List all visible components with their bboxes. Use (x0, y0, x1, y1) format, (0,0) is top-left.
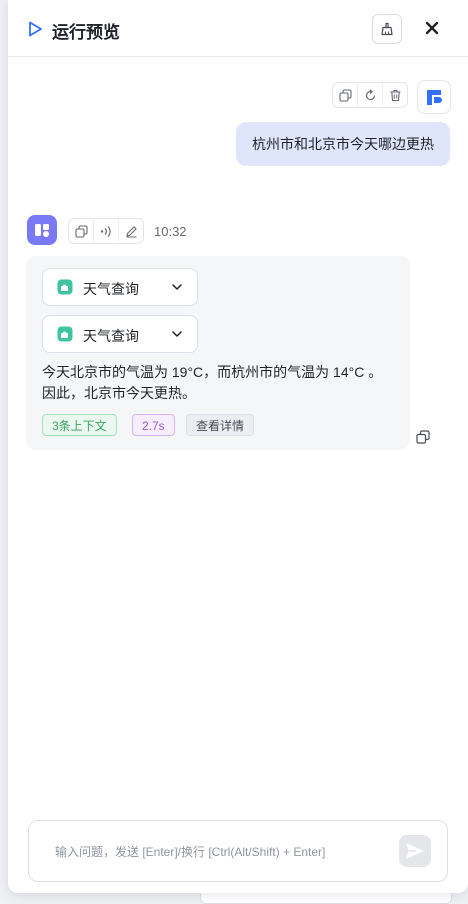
bot-answer-card: 天气查询 天气查询 今天北京市的气温为 19°C，而杭州市的气温为 14°C 。… (26, 256, 410, 450)
trash-icon (390, 89, 400, 101)
edit-icon (125, 225, 137, 237)
plugin-icon (57, 326, 73, 342)
tool-call-label: 天气查询 (83, 281, 139, 297)
refresh-icon (365, 88, 375, 100)
copy-icon[interactable] (416, 430, 430, 444)
read-aloud-button[interactable] (94, 219, 119, 243)
edit-answer-button[interactable] (119, 219, 143, 243)
chat-input[interactable] (53, 841, 387, 863)
response-time-tag: 2.7s (132, 414, 175, 436)
user-message-bubble: 杭州市和北京市今天哪边更热 (236, 122, 450, 166)
bot-avatar-icon (35, 224, 49, 237)
tool-call-item[interactable]: 天气查询 (42, 268, 198, 306)
send-icon (406, 843, 424, 859)
bot-message-actions (68, 218, 144, 244)
tool-call-item[interactable]: 天气查询 (42, 315, 198, 353)
copy-message-button[interactable] (333, 83, 358, 107)
close-icon (425, 21, 439, 35)
app-logo-icon (427, 90, 442, 105)
send-button[interactable] (399, 835, 431, 867)
copy-icon (74, 224, 88, 238)
copy-answer-button[interactable] (69, 219, 94, 243)
plugin-icon (57, 279, 73, 295)
tool-call-label: 天气查询 (83, 328, 139, 344)
play-icon (29, 21, 42, 37)
delete-message-button[interactable] (383, 83, 407, 107)
chevron-down-icon (172, 331, 182, 337)
answer-text: 今天北京市的气温为 19°C，而杭州市的气温为 14°C 。因此，北京市今天更热… (42, 364, 383, 401)
clear-chat-button[interactable] (372, 14, 402, 44)
user-message-actions (332, 82, 408, 108)
context-count-tag[interactable]: 3条上下文 (42, 414, 117, 436)
panel-header: 运行预览 (8, 0, 468, 57)
speaker-icon (100, 225, 111, 237)
panel-title: 运行预览 (52, 23, 120, 42)
bot-avatar (27, 215, 57, 245)
view-details-button[interactable]: 查看详情 (186, 414, 255, 436)
chevron-down-icon (172, 284, 182, 290)
copy-icon (338, 88, 352, 102)
user-avatar (417, 80, 451, 114)
broom-icon (381, 22, 393, 36)
close-button[interactable] (422, 18, 442, 38)
chat-composer (28, 820, 448, 882)
regenerate-button[interactable] (358, 83, 383, 107)
message-timestamp: 10:32 (154, 224, 187, 239)
run-preview-panel: 运行预览 杭州市和北京市今天哪边更热 10:32 天气查询 天气查询 今天北京市… (8, 0, 468, 893)
